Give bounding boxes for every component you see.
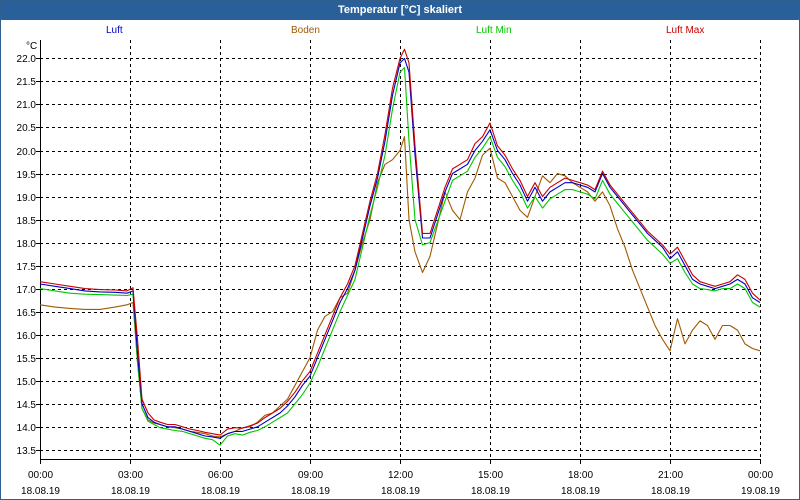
y-axis-unit-label: °C xyxy=(26,41,37,52)
y-tick-label: 21.0 xyxy=(17,100,37,111)
y-tick-label: 14.0 xyxy=(17,423,37,434)
x-tick-label-time: 12:00 xyxy=(388,470,413,481)
y-tick-label: 13.5 xyxy=(17,446,37,457)
y-tick-label: 19.0 xyxy=(17,193,37,204)
y-tick-label: 18.5 xyxy=(17,216,37,227)
y-tick-label: 20.0 xyxy=(17,147,37,158)
y-tick-label: 19.5 xyxy=(17,170,37,181)
x-tick-label-time: 21:00 xyxy=(658,470,683,481)
y-tick-label: 17.0 xyxy=(17,285,37,296)
x-tick-label-date: 18.08.19 xyxy=(651,486,690,497)
y-tick-label: 14.5 xyxy=(17,400,37,411)
x-tick-label-date: 18.08.19 xyxy=(21,486,60,497)
x-tick-label-date: 18.08.19 xyxy=(471,486,510,497)
chart-window: Temperatur [°C] skaliert Luft Boden Luft… xyxy=(0,0,800,500)
x-tick-label-time: 09:00 xyxy=(298,470,323,481)
x-tick-label-date: 18.08.19 xyxy=(381,486,420,497)
y-tick-label: 15.0 xyxy=(17,377,37,388)
y-tick-label: 22.0 xyxy=(17,54,37,65)
x-tick-label-date: 18.08.19 xyxy=(561,486,600,497)
x-tick-label-time: 03:00 xyxy=(118,470,143,481)
x-tick-label-time: 00:00 xyxy=(748,470,773,481)
y-tick-label: 16.0 xyxy=(17,331,37,342)
y-tick-label: 17.5 xyxy=(17,262,37,273)
x-tick-label-time: 15:00 xyxy=(478,470,503,481)
x-tick-label-time: 00:00 xyxy=(28,470,53,481)
x-tick-label-date: 18.08.19 xyxy=(111,486,150,497)
x-tick-label-time: 06:00 xyxy=(208,470,233,481)
x-tick-label-time: 18:00 xyxy=(568,470,593,481)
y-tick-label: 16.5 xyxy=(17,308,37,319)
y-tick-label: 20.5 xyxy=(17,123,37,134)
x-tick-label-date: 19.08.19 xyxy=(741,486,780,497)
x-tick-label-date: 18.08.19 xyxy=(291,486,330,497)
y-tick-label: 21.5 xyxy=(17,77,37,88)
x-tick-label-date: 18.08.19 xyxy=(201,486,240,497)
y-tick-label: 18.0 xyxy=(17,239,37,250)
y-tick-label: 15.5 xyxy=(17,354,37,365)
chart-plot: 13.5 14.0 14.5 15.0 15.5 16.0 16.5 17.0 17.5 18.0… xyxy=(17,40,780,497)
